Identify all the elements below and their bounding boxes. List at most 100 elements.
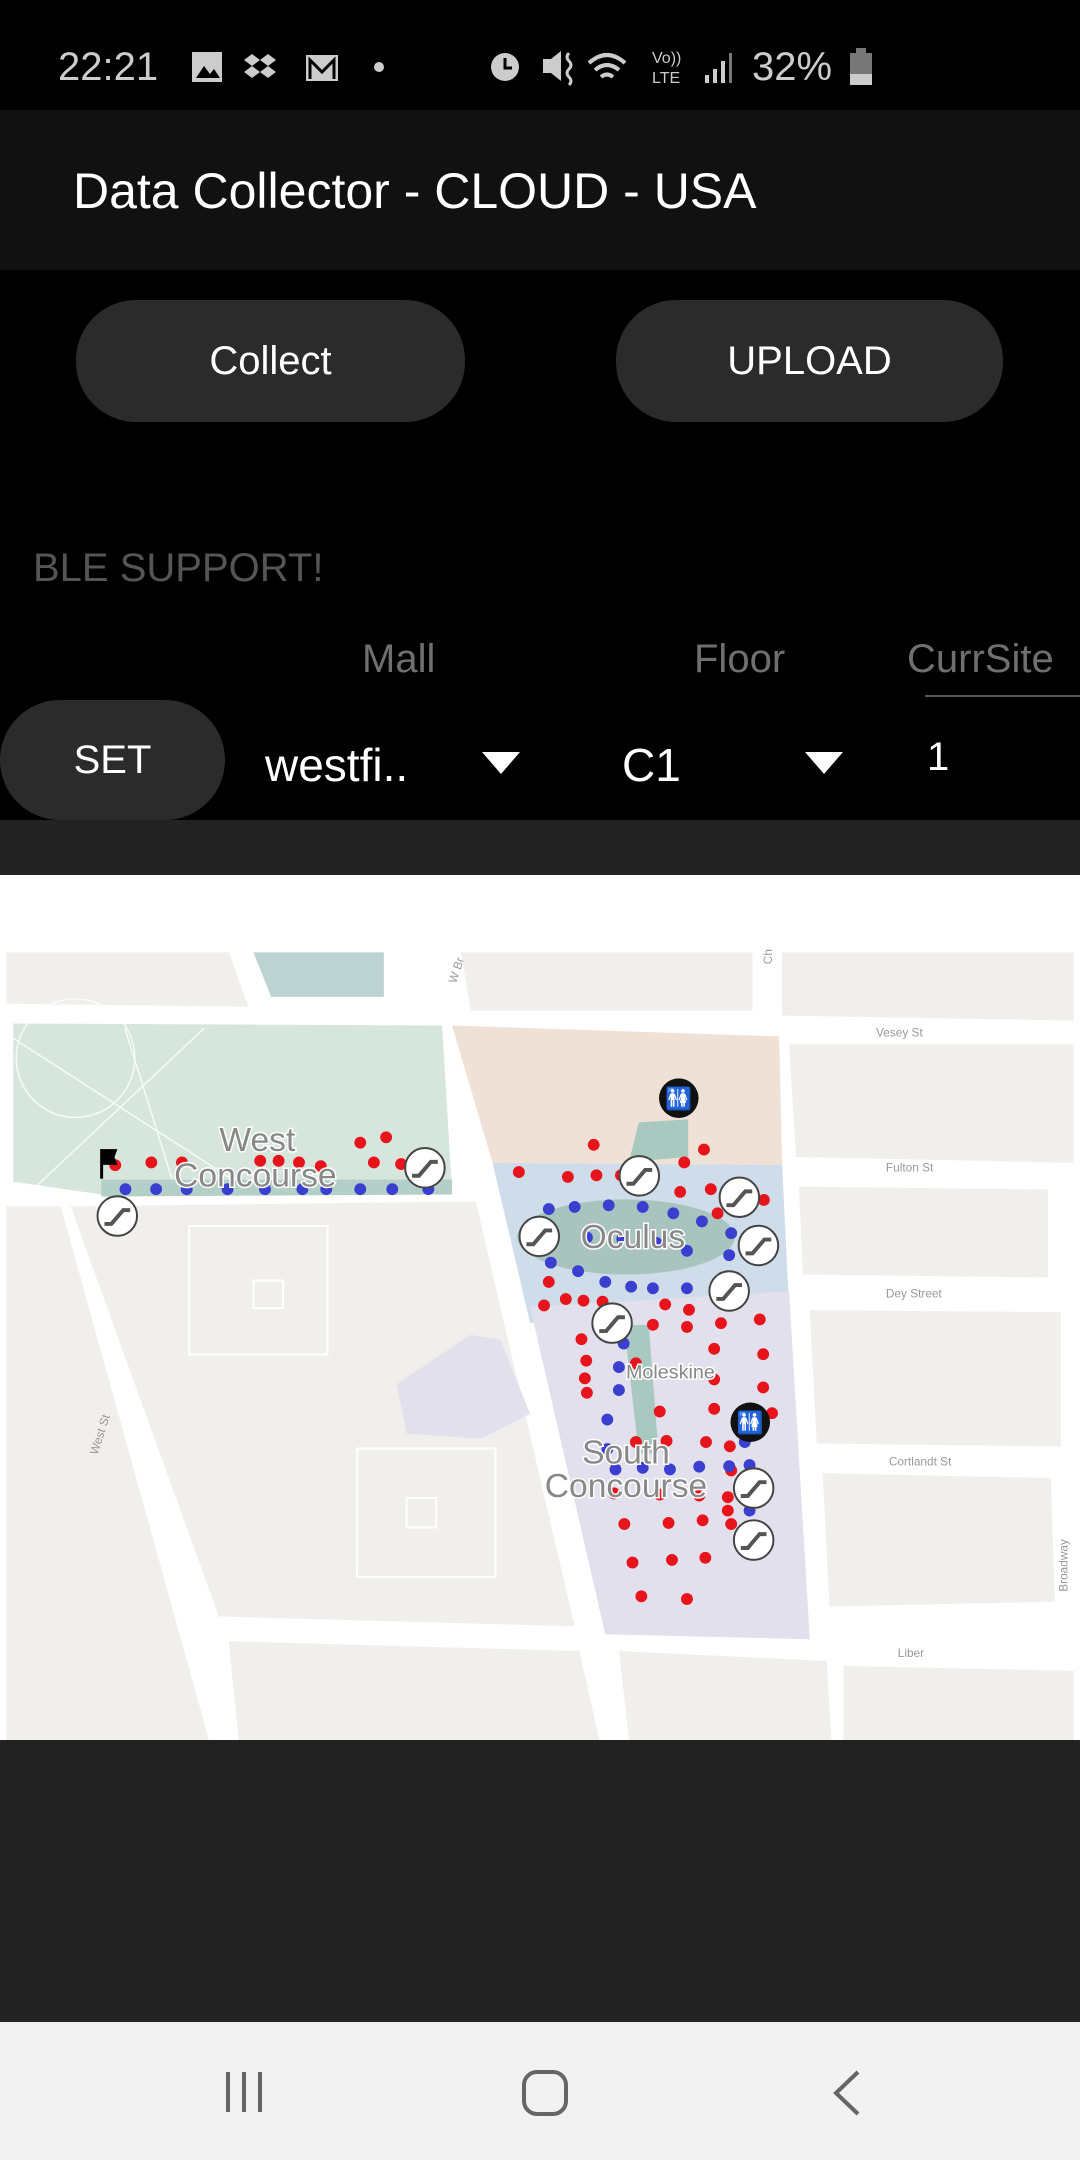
svg-text:🚻: 🚻 — [737, 1410, 764, 1435]
mall-dropdown[interactable]: westfi.. — [260, 710, 540, 810]
floor-label: Floor — [694, 637, 786, 681]
recents-icon[interactable] — [222, 2070, 266, 2114]
escalator-icon[interactable] — [732, 1519, 775, 1561]
area-label: South — [582, 1434, 670, 1471]
currsite-input[interactable]: 1 — [925, 695, 1080, 805]
red-collection-point — [681, 1593, 693, 1605]
restroom-icon[interactable]: 🚻 — [730, 1402, 771, 1443]
blue-collection-point — [544, 1256, 557, 1269]
red-collection-point — [653, 1405, 666, 1418]
alarm-icon — [491, 53, 519, 81]
red-collection-point — [678, 1156, 691, 1169]
red-collection-point — [646, 1318, 659, 1331]
blue-collection-point — [723, 1249, 736, 1262]
street-label: Cortlandt St — [889, 1454, 952, 1468]
red-collection-point — [512, 1166, 525, 1179]
area-label: West — [219, 1122, 296, 1159]
upload-button[interactable]: UPLOAD — [616, 300, 1003, 422]
dropbox-icon — [244, 54, 276, 78]
red-collection-point — [662, 1517, 675, 1529]
chevron-down-icon — [482, 752, 520, 774]
gmail-icon — [306, 55, 338, 81]
red-collection-point — [666, 1553, 678, 1566]
red-collection-point — [674, 1185, 687, 1198]
navigation-bar — [0, 2022, 1080, 2160]
red-collection-point — [590, 1169, 603, 1182]
red-collection-point — [561, 1170, 574, 1183]
red-collection-point — [575, 1333, 588, 1346]
floor-value: C1 — [622, 739, 681, 791]
red-collection-point — [367, 1156, 380, 1169]
ble-status-text: BLE SUPPORT! — [33, 546, 324, 590]
blue-collection-point — [602, 1199, 615, 1212]
clock: 22:21 — [58, 45, 159, 89]
mall-value: westfi.. — [265, 739, 409, 791]
red-collection-point — [700, 1436, 712, 1448]
store-label: Moleskine — [626, 1361, 715, 1383]
red-collection-point — [354, 1136, 367, 1149]
blue-collection-point — [572, 1265, 584, 1278]
escalator-icon[interactable] — [618, 1155, 661, 1197]
area-label: Oculus — [581, 1219, 686, 1256]
back-icon[interactable] — [832, 2070, 862, 2116]
currsite-label: CurrSite — [907, 637, 1054, 681]
home-icon[interactable] — [520, 2068, 570, 2118]
red-collection-point — [708, 1402, 721, 1415]
floor-dropdown[interactable]: C1 — [610, 710, 860, 810]
blue-collection-point — [695, 1215, 708, 1228]
street-label: Broadway — [1057, 1539, 1071, 1592]
escalator-icon[interactable] — [404, 1147, 446, 1189]
map-view[interactable]: Vesey St Fulton St Dey Street Cortlandt … — [0, 875, 1080, 1740]
blue-collection-point — [681, 1282, 693, 1295]
red-collection-point — [618, 1518, 631, 1530]
red-collection-point — [723, 1440, 736, 1453]
escalator-icon[interactable] — [718, 1176, 761, 1219]
street-label: Fulton St — [886, 1161, 934, 1175]
red-collection-point — [711, 1207, 724, 1220]
red-collection-point — [757, 1348, 770, 1361]
chevron-down-icon — [805, 752, 843, 774]
blue-collection-point — [599, 1275, 612, 1288]
blue-collection-point — [568, 1200, 581, 1213]
red-collection-point — [721, 1504, 734, 1517]
blue-collection-point — [612, 1361, 625, 1373]
escalator-icon[interactable] — [708, 1270, 750, 1312]
dot-icon — [374, 62, 384, 72]
blue-collection-point — [386, 1183, 399, 1196]
red-collection-point — [542, 1275, 555, 1288]
street-label: Dey Street — [886, 1286, 943, 1300]
red-collection-point — [145, 1156, 158, 1169]
street-label: W Br — [446, 956, 467, 985]
water-feature — [253, 952, 384, 997]
blue-collection-point — [625, 1280, 638, 1293]
svg-text:LTE: LTE — [652, 70, 680, 87]
escalator-icon[interactable] — [732, 1467, 775, 1509]
set-button[interactable]: SET — [0, 700, 225, 820]
blue-collection-point — [636, 1200, 649, 1213]
street-label: Liber — [898, 1646, 924, 1660]
collect-button[interactable]: Collect — [76, 300, 465, 422]
red-collection-point — [635, 1590, 648, 1603]
restroom-icon[interactable]: 🚻 — [659, 1078, 699, 1118]
red-collection-point — [578, 1372, 591, 1385]
red-collection-point — [587, 1138, 600, 1151]
floor-map[interactable]: Vesey St Fulton St Dey Street Cortlandt … — [0, 900, 1080, 1740]
red-collection-point — [681, 1320, 693, 1333]
red-collection-point — [683, 1303, 695, 1316]
control-panel: Collect UPLOAD BLE SUPPORT! Mall Floor C… — [0, 270, 1080, 820]
red-collection-point — [580, 1386, 593, 1399]
blue-collection-point — [723, 1460, 736, 1473]
blue-collection-point — [601, 1413, 614, 1426]
area-label: Concourse — [545, 1468, 707, 1505]
red-collection-point — [725, 1518, 738, 1530]
red-collection-point — [696, 1514, 709, 1527]
escalator-icon[interactable] — [518, 1215, 561, 1258]
blue-collection-point — [646, 1282, 659, 1295]
street-label: Vesey St — [876, 1025, 923, 1039]
red-collection-point — [721, 1491, 734, 1504]
escalator-icon[interactable] — [737, 1224, 780, 1267]
red-collection-point — [715, 1317, 727, 1330]
escalator-icon[interactable] — [591, 1302, 633, 1344]
escalator-icon[interactable] — [96, 1195, 139, 1237]
blue-collection-point — [667, 1207, 680, 1220]
